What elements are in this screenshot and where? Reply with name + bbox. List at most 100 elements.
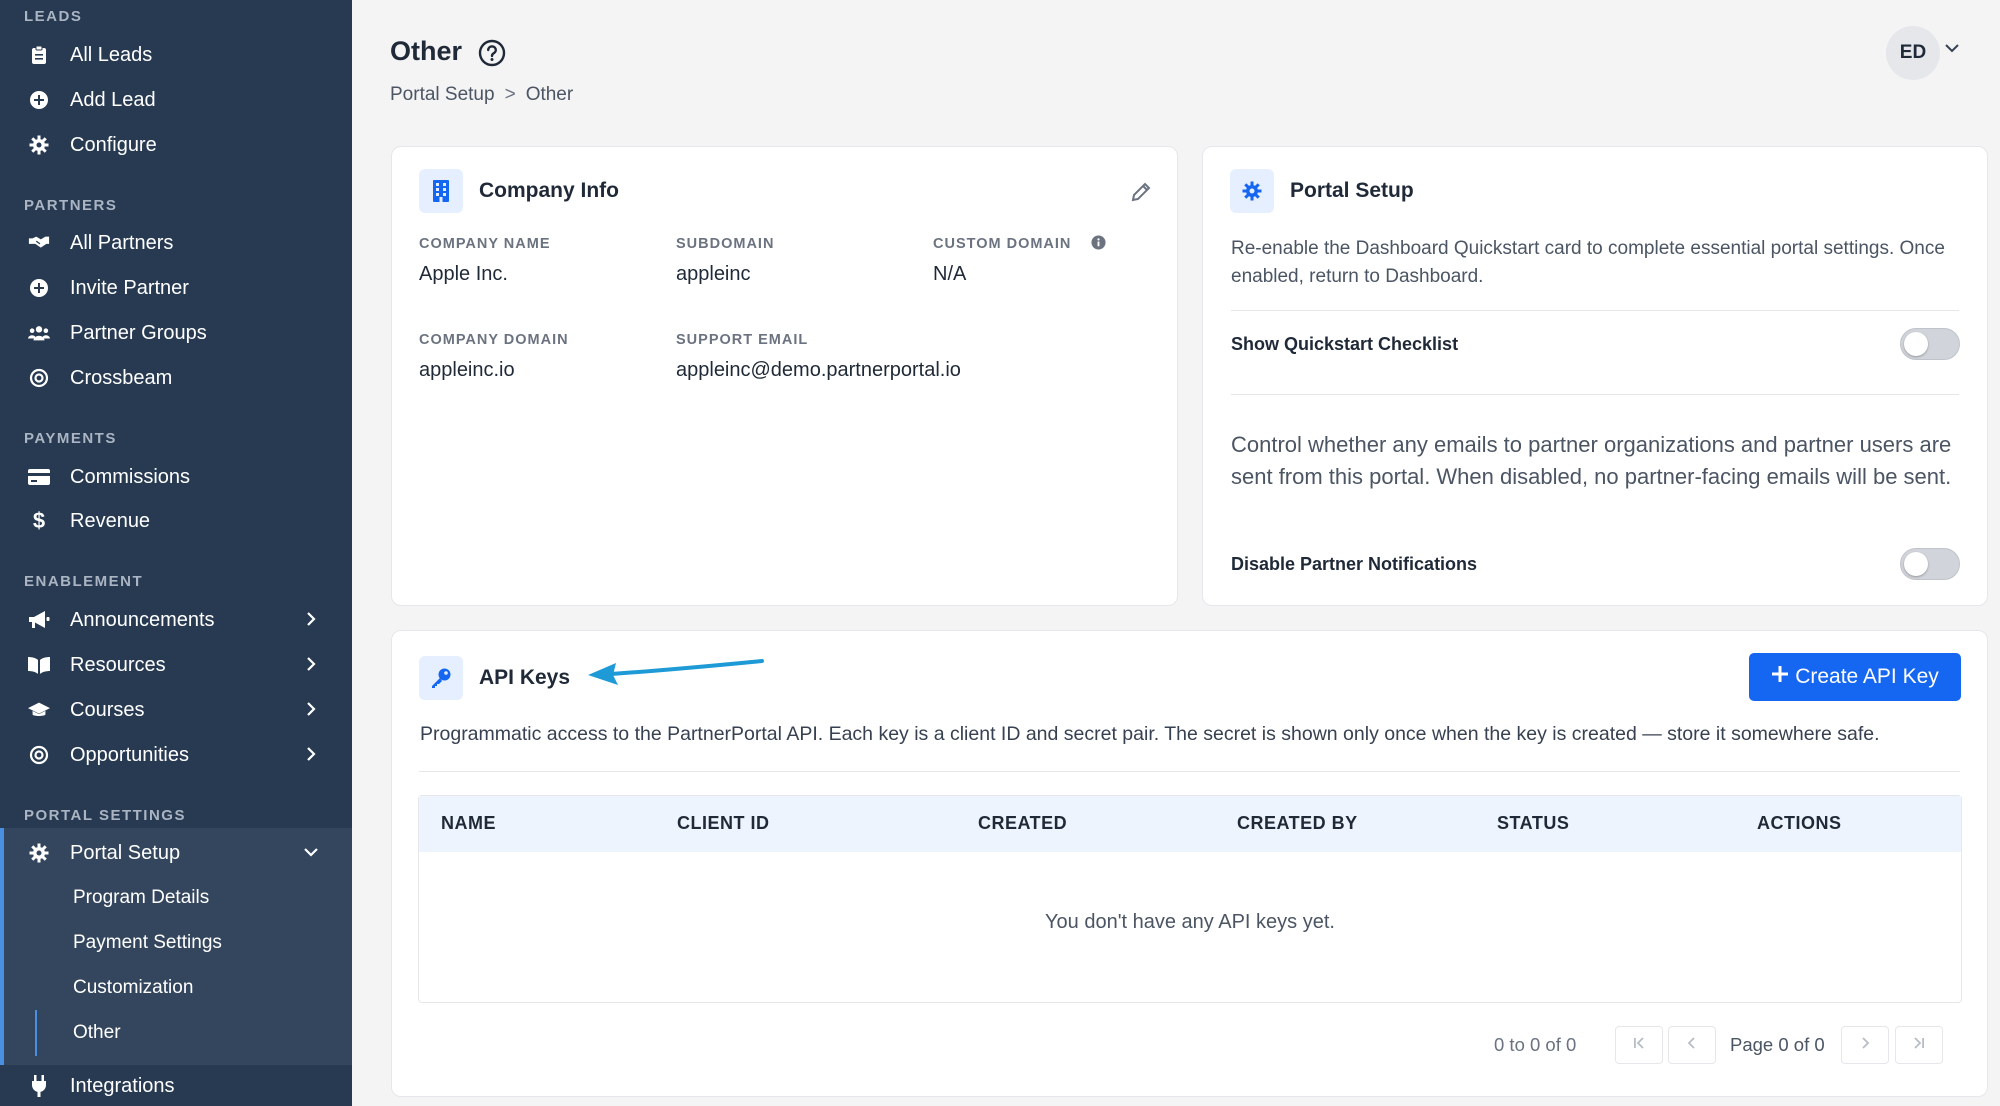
gear-icon bbox=[28, 134, 50, 156]
sidebar-item-portal-setup[interactable]: Portal Setup bbox=[0, 831, 352, 875]
target-icon bbox=[28, 744, 50, 766]
info-icon[interactable] bbox=[1091, 235, 1107, 251]
sidebar: LEADS All Leads Add Lead Configure PARTN… bbox=[0, 0, 352, 1106]
sidebar-item-label: Commissions bbox=[70, 465, 191, 488]
next-page-button[interactable] bbox=[1841, 1026, 1889, 1064]
last-page-button[interactable] bbox=[1895, 1026, 1943, 1064]
create-api-key-button[interactable]: Create API Key bbox=[1749, 653, 1961, 701]
api-keys-title: API Keys bbox=[479, 666, 571, 689]
column-header-created[interactable]: CREATED bbox=[978, 813, 1067, 834]
sidebar-item-resources[interactable]: Resources bbox=[0, 643, 352, 687]
sidebar-item-label: Revenue bbox=[70, 509, 151, 532]
sidebar-item-crossbeam[interactable]: Crossbeam bbox=[0, 356, 352, 400]
company-domain-label: COMPANY DOMAIN bbox=[419, 332, 569, 348]
last-page-icon bbox=[1912, 1036, 1926, 1055]
plus-circle-icon bbox=[28, 89, 50, 111]
sidebar-section-payments: PAYMENTS bbox=[24, 430, 117, 447]
sidebar-subitem-other[interactable]: Other bbox=[0, 1011, 352, 1055]
company-domain-value: appleinc.io bbox=[419, 359, 515, 381]
sidebar-item-add-lead[interactable]: Add Lead bbox=[0, 78, 352, 122]
sidebar-section-leads: LEADS bbox=[24, 8, 83, 25]
sidebar-item-all-partners[interactable]: All Partners bbox=[0, 221, 352, 265]
notifications-toggle[interactable] bbox=[1900, 548, 1960, 580]
sidebar-item-label: Integrations bbox=[70, 1074, 175, 1097]
breadcrumb-item-portal-setup[interactable]: Portal Setup bbox=[390, 84, 495, 106]
sidebar-section-enablement: ENABLEMENT bbox=[24, 573, 144, 590]
column-header-client-id[interactable]: CLIENT ID bbox=[677, 813, 770, 834]
chevron-down-icon bbox=[300, 841, 322, 863]
sidebar-item-integrations[interactable]: Integrations bbox=[0, 1064, 352, 1106]
book-open-icon bbox=[28, 654, 50, 676]
handshake-icon bbox=[28, 232, 50, 254]
sidebar-item-label: Courses bbox=[70, 698, 145, 721]
toggle-knob bbox=[1904, 332, 1928, 356]
gear-icon bbox=[1230, 169, 1274, 213]
quickstart-toggle-label: Show Quickstart Checklist bbox=[1231, 334, 1459, 354]
sidebar-item-label: Announcements bbox=[70, 608, 215, 631]
company-name-value: Apple Inc. bbox=[419, 263, 508, 285]
sidebar-subitem-payment-settings[interactable]: Payment Settings bbox=[0, 921, 352, 965]
column-header-status[interactable]: STATUS bbox=[1497, 813, 1569, 834]
portal-setup-title: Portal Setup bbox=[1290, 179, 1414, 202]
sidebar-item-commissions[interactable]: Commissions bbox=[0, 455, 352, 499]
support-email-value: appleinc@demo.partnerportal.io bbox=[676, 359, 961, 381]
sidebar-subitem-program-details[interactable]: Program Details bbox=[0, 876, 352, 920]
chevron-left-icon bbox=[1685, 1036, 1699, 1055]
target-icon bbox=[28, 367, 50, 389]
page-title: Other bbox=[390, 36, 463, 66]
support-email-label: SUPPORT EMAIL bbox=[676, 332, 809, 348]
sidebar-item-label: Resources bbox=[70, 653, 166, 676]
chevron-right-icon bbox=[300, 608, 322, 630]
sidebar-item-announcements[interactable]: Announcements bbox=[0, 598, 352, 642]
first-page-button[interactable] bbox=[1615, 1026, 1663, 1064]
pencil-icon[interactable] bbox=[1130, 181, 1156, 207]
chevron-right-icon bbox=[300, 653, 322, 675]
subdomain-label: SUBDOMAIN bbox=[676, 236, 775, 252]
sidebar-item-configure[interactable]: Configure bbox=[0, 123, 352, 167]
breadcrumb: Portal Setup > Other bbox=[390, 84, 573, 106]
sidebar-section-partners: PARTNERS bbox=[24, 197, 118, 214]
sidebar-item-label: Partner Groups bbox=[70, 321, 207, 344]
subdomain-value: appleinc bbox=[676, 263, 751, 285]
graduation-cap-icon bbox=[28, 699, 50, 721]
breadcrumb-item-current: Other bbox=[525, 84, 574, 105]
column-header-name[interactable]: NAME bbox=[441, 813, 496, 834]
sidebar-item-invite-partner[interactable]: Invite Partner bbox=[0, 266, 352, 310]
megaphone-icon bbox=[28, 609, 50, 631]
pagination-range: 0 to 0 of 0 bbox=[1494, 1034, 1577, 1055]
credit-card-icon bbox=[28, 466, 50, 488]
sidebar-item-partner-groups[interactable]: Partner Groups bbox=[0, 311, 352, 355]
api-keys-table: NAME CLIENT ID CREATED CREATED BY STATUS… bbox=[418, 795, 1962, 1003]
table-header: NAME CLIENT ID CREATED CREATED BY STATUS… bbox=[419, 796, 1961, 852]
sidebar-item-all-leads[interactable]: All Leads bbox=[0, 33, 352, 77]
company-info-title: Company Info bbox=[479, 179, 619, 202]
column-header-actions: ACTIONS bbox=[1757, 813, 1842, 833]
breadcrumb-separator: > bbox=[504, 84, 516, 105]
building-icon bbox=[419, 169, 463, 213]
notifications-toggle-label: Disable Partner Notifications bbox=[1231, 554, 1478, 574]
sidebar-item-courses[interactable]: Courses bbox=[0, 688, 352, 732]
sidebar-item-label: Invite Partner bbox=[70, 276, 189, 299]
sidebar-item-label: All Partners bbox=[70, 231, 174, 254]
help-circle-icon[interactable] bbox=[478, 39, 506, 67]
sidebar-item-label: Add Lead bbox=[70, 88, 156, 111]
annotation-arrow-icon bbox=[588, 659, 764, 685]
chevron-right-icon bbox=[1858, 1036, 1872, 1055]
chevron-down-icon[interactable] bbox=[1944, 41, 1966, 63]
quickstart-toggle[interactable] bbox=[1900, 328, 1960, 360]
plus-icon bbox=[1771, 665, 1789, 689]
toggle-knob bbox=[1904, 552, 1928, 576]
plug-icon bbox=[28, 1075, 50, 1097]
clipboard-icon bbox=[28, 44, 50, 66]
previous-page-button[interactable] bbox=[1668, 1026, 1716, 1064]
first-page-icon bbox=[1632, 1036, 1646, 1055]
chevron-right-icon bbox=[300, 743, 322, 765]
api-keys-description: Programmatic access to the PartnerPortal… bbox=[420, 723, 1880, 745]
sidebar-section-portal-settings: PORTAL SETTINGS bbox=[24, 807, 186, 824]
portal-setup-card: Portal Setup Re-enable the Dashboard Qui… bbox=[1202, 146, 1988, 606]
sidebar-subitem-customization[interactable]: Customization bbox=[0, 966, 352, 1010]
sidebar-item-opportunities[interactable]: Opportunities bbox=[0, 733, 352, 777]
sidebar-item-revenue[interactable]: $ Revenue bbox=[0, 499, 352, 543]
avatar[interactable]: ED bbox=[1886, 26, 1940, 80]
column-header-created-by[interactable]: CREATED BY bbox=[1237, 813, 1358, 834]
